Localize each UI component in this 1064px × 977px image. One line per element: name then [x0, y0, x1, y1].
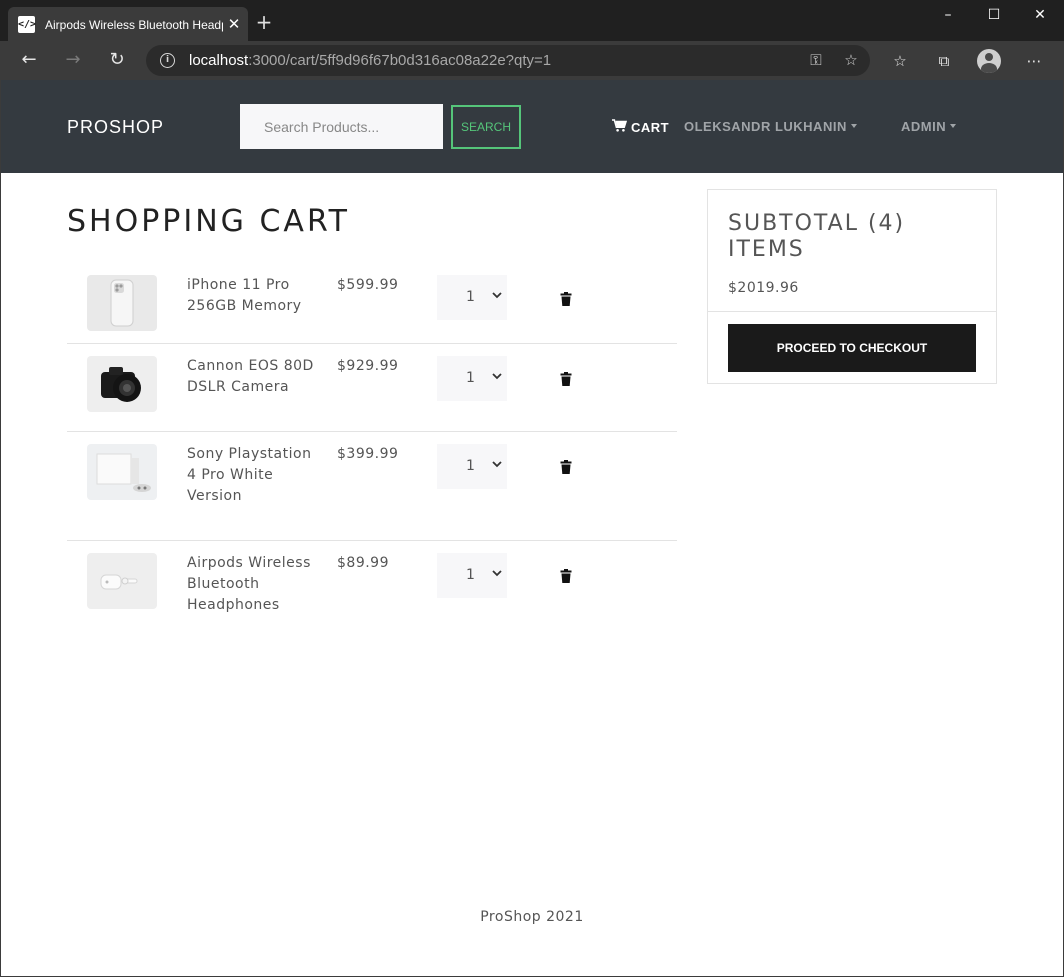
proceed-to-checkout-button[interactable]: PROCEED TO CHECKOUT [728, 324, 976, 372]
cart-label: CART [631, 120, 670, 135]
product-image-camera[interactable] [87, 356, 157, 412]
trash-icon[interactable] [560, 569, 572, 583]
tab-title: Airpods Wireless Bluetooth Headphones [45, 18, 223, 32]
product-name-link[interactable]: Sony Playstation 4 Pro White Version [187, 444, 317, 507]
quantity-value: 1 [466, 458, 475, 474]
trash-icon[interactable] [560, 460, 572, 474]
user-name: OLEKSANDR LUKHANIN [684, 119, 847, 134]
product-name-link[interactable]: iPhone 11 Pro 256GB Memory [187, 275, 317, 317]
quantity-select[interactable]: 1 [437, 356, 507, 401]
footer-copyright: ProShop 2021 [480, 909, 584, 925]
chevron-down-icon [492, 570, 502, 577]
url-host: localhost [189, 52, 249, 69]
profile-avatar-icon[interactable] [977, 49, 1001, 73]
tab-close-icon[interactable]: ✕ [225, 15, 243, 33]
minimize-icon[interactable]: – [933, 4, 963, 26]
cart-item: Cannon EOS 80D DSLR Camera $929.99 1 [67, 344, 677, 432]
user-menu-dropdown[interactable]: OLEKSANDR LUKHANIN [684, 119, 857, 135]
product-image-airpods[interactable] [87, 553, 157, 609]
admin-label: ADMIN [901, 119, 947, 134]
browser-titlebar: </> Airpods Wireless Bluetooth Headphone… [0, 0, 1064, 41]
cart-item: Airpods Wireless Bluetooth Headphones $8… [67, 541, 677, 649]
cart-item: iPhone 11 Pro 256GB Memory $599.99 1 [67, 265, 677, 344]
cart-item: Sony Playstation 4 Pro White Version $39… [67, 432, 677, 541]
url-path: :3000/cart/5ff9d96f67b0d316ac08a22e?qty=… [248, 52, 552, 69]
new-tab-icon[interactable]: + [254, 12, 274, 32]
info-icon[interactable]: i [160, 53, 175, 68]
back-arrow-icon[interactable]: ← [16, 47, 42, 73]
search-input[interactable] [240, 104, 443, 149]
caret-down-icon [850, 124, 857, 128]
page-title: SHOPPING CART [67, 204, 350, 239]
browser-toolbar: ← → ↻ i localhost:3000/cart/5ff9d96f67b0… [0, 41, 1064, 80]
product-price: $399.99 [337, 446, 399, 462]
collections-icon[interactable]: ⧉ [932, 49, 956, 73]
trash-icon[interactable] [560, 372, 572, 386]
star-icon[interactable]: ☆ [841, 50, 861, 70]
app-navbar: PROSHOP SEARCH CART OLEKSANDR LUKHANIN A… [0, 80, 1064, 173]
window-close-icon[interactable]: ✕ [1025, 4, 1055, 26]
code-favicon-icon: </> [18, 16, 36, 33]
key-icon[interactable]: ⚿ [806, 50, 826, 70]
quantity-value: 1 [466, 567, 475, 583]
browser-tab[interactable]: </> Airpods Wireless Bluetooth Headphone… [8, 7, 248, 41]
forward-arrow-icon[interactable]: → [60, 47, 86, 73]
address-bar[interactable]: i localhost:3000/cart/5ff9d96f67b0d316ac… [146, 45, 870, 76]
quantity-value: 1 [466, 289, 475, 305]
trash-icon[interactable] [560, 292, 572, 306]
search-button[interactable]: SEARCH [451, 105, 521, 149]
subtotal-heading: SUBTOTAL (4) ITEMS [728, 211, 906, 262]
quantity-select[interactable]: 1 [437, 444, 507, 489]
brand-logo[interactable]: PROSHOP [67, 116, 164, 138]
chevron-down-icon [492, 373, 502, 380]
url-text: localhost:3000/cart/5ff9d96f67b0d316ac08… [189, 51, 551, 70]
order-summary-card: SUBTOTAL (4) ITEMS $2019.96 PROCEED TO C… [707, 189, 997, 384]
more-icon[interactable]: ⋯ [1022, 49, 1046, 73]
product-image-playstation[interactable] [87, 444, 157, 500]
summary-divider [708, 311, 996, 312]
favorites-list-icon[interactable]: ☆ [888, 49, 912, 73]
quantity-select[interactable]: 1 [437, 553, 507, 598]
caret-down-icon [950, 124, 957, 128]
product-name-link[interactable]: Cannon EOS 80D DSLR Camera [187, 356, 317, 398]
product-price: $599.99 [337, 277, 399, 293]
subtotal-amount: $2019.96 [728, 280, 799, 296]
maximize-icon[interactable]: ☐ [979, 4, 1009, 26]
chevron-down-icon [492, 292, 502, 299]
quantity-select[interactable]: 1 [437, 275, 507, 320]
product-price: $89.99 [337, 555, 389, 571]
refresh-icon[interactable]: ↻ [104, 47, 130, 73]
shopping-cart-icon [612, 119, 628, 136]
chevron-down-icon [492, 461, 502, 468]
admin-menu-dropdown[interactable]: ADMIN [901, 119, 957, 135]
product-price: $929.99 [337, 358, 399, 374]
product-name-link[interactable]: Airpods Wireless Bluetooth Headphones [187, 553, 317, 616]
quantity-value: 1 [466, 370, 475, 386]
product-image-iphone[interactable] [87, 275, 157, 331]
cart-link[interactable]: CART [612, 119, 669, 136]
